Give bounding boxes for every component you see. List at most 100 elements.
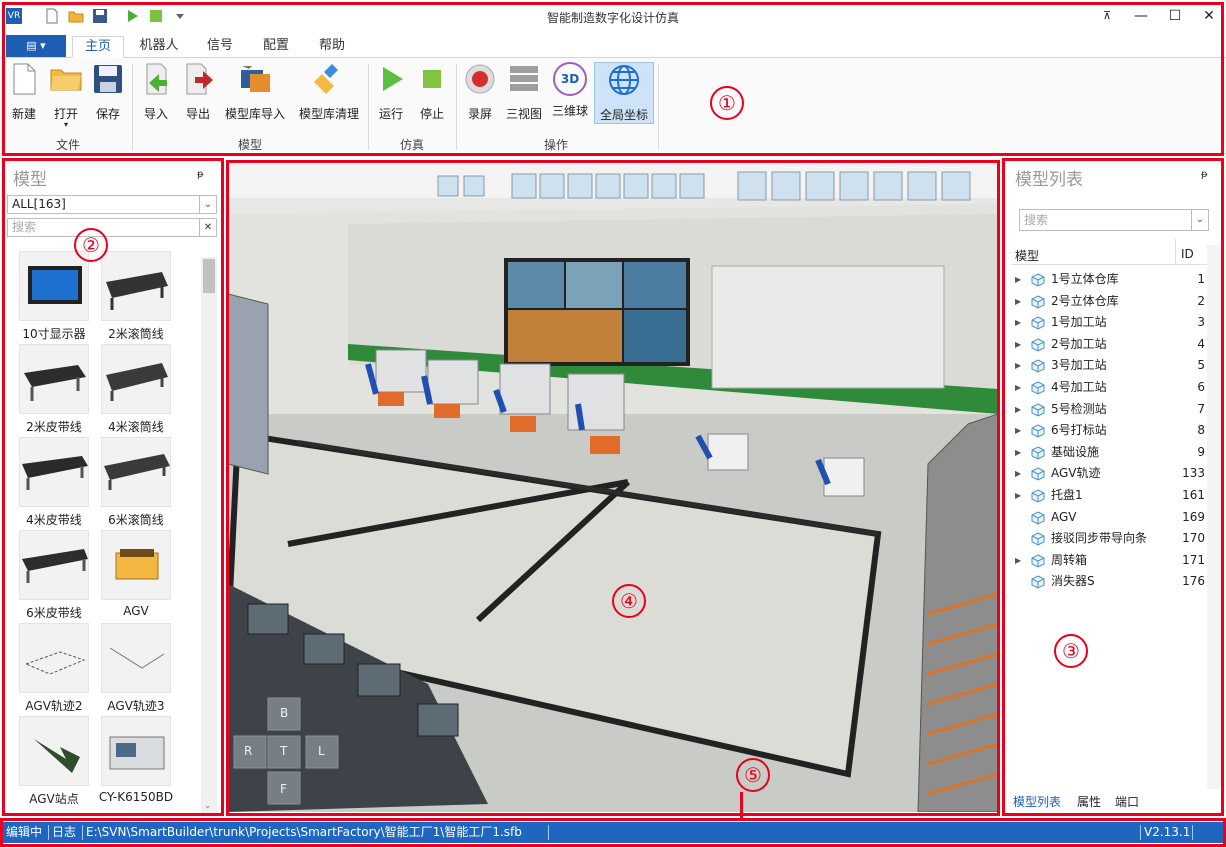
model-thumbnail[interactable]	[101, 716, 171, 786]
expand-arrow-icon[interactable]: ▶	[1015, 442, 1021, 463]
chevron-down-icon[interactable]: ⌄	[1191, 210, 1208, 230]
3d-viewport[interactable]: B R T L F	[228, 164, 998, 812]
tree-row[interactable]: ▶ 1号立体仓库 1	[1011, 269, 1209, 290]
nav-cube-right[interactable]: L	[318, 744, 325, 758]
tree-row[interactable]: ▶ 周转箱 171	[1011, 550, 1209, 571]
model-thumbnail-label[interactable]: 10寸显示器	[11, 325, 97, 342]
model-thumbnail-label[interactable]: 4米皮带线	[11, 511, 97, 528]
close-button[interactable]: ✕	[1198, 6, 1220, 26]
model-thumbnail[interactable]	[19, 716, 89, 786]
model-thumbnail[interactable]	[101, 251, 171, 321]
model-thumbnail-label[interactable]: 4米滚筒线	[93, 418, 179, 435]
nav-cube-left[interactable]: R	[244, 744, 252, 758]
model-thumbnail[interactable]	[101, 344, 171, 414]
model-thumbnail-label[interactable]: AGV	[93, 604, 179, 618]
model-thumbnail[interactable]	[101, 623, 171, 693]
tree-row[interactable]: 消失器S 176	[1011, 571, 1209, 592]
maximize-button[interactable]: ☐	[1164, 6, 1186, 26]
pin-icon[interactable]: ᵽ	[197, 169, 204, 180]
tab-ports[interactable]: 端口	[1115, 793, 1139, 810]
column-header-model[interactable]: 模型	[1015, 247, 1039, 264]
expand-arrow-icon[interactable]: ▶	[1015, 269, 1021, 290]
tab-model-list[interactable]: 模型列表	[1013, 793, 1061, 810]
expand-arrow-icon[interactable]: ▶	[1015, 377, 1021, 398]
run-button[interactable]: 运行	[372, 62, 410, 124]
globe-3d-button[interactable]: 3D 三维球	[548, 62, 592, 124]
nav-cube-up[interactable]: B	[280, 706, 288, 720]
file-menu-button[interactable]: ▤ ▾	[6, 35, 66, 57]
tree-row[interactable]: ▶ 2号加工站 4	[1011, 334, 1209, 355]
new-file-icon	[13, 63, 36, 95]
record-screen-button[interactable]: 录屏	[460, 62, 500, 124]
model-filter-select[interactable]: ALL[163] ⌄	[7, 195, 217, 214]
scroll-down-icon[interactable]: ⌄	[204, 801, 212, 811]
model-tree-scrollbar[interactable]	[1207, 245, 1223, 789]
model-search-input[interactable]: 搜索 ✕	[7, 218, 217, 237]
column-header-id[interactable]: ID	[1181, 247, 1194, 261]
expand-arrow-icon[interactable]: ▶	[1015, 291, 1021, 312]
model-thumbnail[interactable]	[19, 623, 89, 693]
expand-arrow-icon[interactable]: ▶	[1015, 334, 1021, 355]
model-thumbnail-label[interactable]: AGV轨迹3	[93, 697, 179, 714]
model-thumbnail-label[interactable]: CY-K6150BD	[93, 790, 179, 806]
tab-robot[interactable]: 机器人	[130, 36, 188, 58]
global-coordinate-button[interactable]: 全局坐标	[594, 62, 654, 124]
three-view-button[interactable]: 三视图	[502, 62, 546, 124]
tree-row[interactable]: ▶ 3号加工站 5	[1011, 355, 1209, 376]
model-thumbnail-label[interactable]: 2米皮带线	[11, 418, 97, 435]
tree-row[interactable]: AGV 169	[1011, 507, 1209, 528]
tab-properties[interactable]: 属性	[1077, 793, 1101, 810]
model-thumbnail[interactable]	[19, 530, 89, 600]
nav-cube-down[interactable]: F	[280, 782, 287, 796]
expand-arrow-icon[interactable]: ▶	[1015, 463, 1021, 484]
tab-home[interactable]: 主页	[72, 36, 124, 58]
nav-cube-center[interactable]: T	[280, 744, 287, 758]
new-button[interactable]: 新建	[4, 62, 44, 124]
model-thumbnail[interactable]	[101, 530, 171, 600]
tree-row-id: 3	[1197, 315, 1205, 330]
open-button[interactable]: 打开 ▾	[46, 62, 86, 129]
expand-arrow-icon[interactable]: ▶	[1015, 550, 1021, 571]
tree-row[interactable]: ▶ 4号加工站 6	[1011, 377, 1209, 398]
tree-row[interactable]: ▶ 托盘1 161	[1011, 485, 1209, 506]
tab-signal[interactable]: 信号	[196, 36, 244, 58]
save-button[interactable]: 保存	[88, 62, 128, 124]
model-library-import-button[interactable]: 模型库导入	[220, 62, 290, 124]
model-thumbnail[interactable]	[19, 437, 89, 507]
expand-arrow-icon[interactable]: ▶	[1015, 485, 1021, 506]
expand-arrow-icon[interactable]: ▶	[1015, 355, 1021, 376]
expand-arrow-icon[interactable]: ▶	[1015, 312, 1021, 333]
scrollbar-thumb[interactable]	[203, 259, 215, 293]
model-thumbnail[interactable]	[101, 437, 171, 507]
model-thumbnail-label[interactable]: AGV轨迹2	[11, 697, 97, 714]
ribbon-display-options-icon[interactable]: ⊼	[1096, 6, 1118, 26]
model-thumbnail[interactable]	[19, 251, 89, 321]
tree-row[interactable]: ▶ AGV轨迹 133	[1011, 463, 1209, 484]
import-button[interactable]: 导入	[136, 62, 176, 124]
tree-row[interactable]: ▶ 基础设施 9	[1011, 442, 1209, 463]
model-thumbnail-label[interactable]: 6米滚筒线	[93, 511, 179, 528]
export-button[interactable]: 导出	[178, 62, 218, 124]
clear-search-icon[interactable]: ✕	[199, 219, 216, 236]
model-tree-search-input[interactable]: 搜索 ⌄	[1019, 209, 1209, 231]
tree-row[interactable]: 接驳同步带导向条 170	[1011, 528, 1209, 549]
tree-row[interactable]: ▶ 5号检测站 7	[1011, 399, 1209, 420]
tree-row[interactable]: ▶ 2号立体仓库 2	[1011, 291, 1209, 312]
model-thumbnail-label[interactable]: 2米滚筒线	[93, 325, 179, 342]
tab-config[interactable]: 配置	[252, 36, 300, 58]
expand-arrow-icon[interactable]: ▶	[1015, 399, 1021, 420]
model-library-clear-button[interactable]: 模型库清理	[292, 62, 366, 124]
tree-row[interactable]: ▶ 6号打标站 8	[1011, 420, 1209, 441]
pin-icon[interactable]: ᵽ	[1201, 169, 1208, 180]
model-thumbnail-label[interactable]: 6米皮带线	[11, 604, 97, 621]
minimize-button[interactable]: —	[1130, 6, 1152, 26]
model-thumbnail-label[interactable]: AGV站点	[11, 790, 97, 806]
tree-row[interactable]: ▶ 1号加工站 3	[1011, 312, 1209, 333]
model-list-scrollbar[interactable]: ⌄	[201, 257, 217, 813]
expand-arrow-icon[interactable]: ▶	[1015, 420, 1021, 441]
model-thumbnail[interactable]	[19, 344, 89, 414]
stop-button[interactable]: 停止	[412, 62, 452, 124]
tab-help[interactable]: 帮助	[308, 36, 356, 58]
status-log-button[interactable]: 日志	[52, 822, 76, 843]
chevron-down-icon[interactable]: ⌄	[199, 196, 216, 213]
